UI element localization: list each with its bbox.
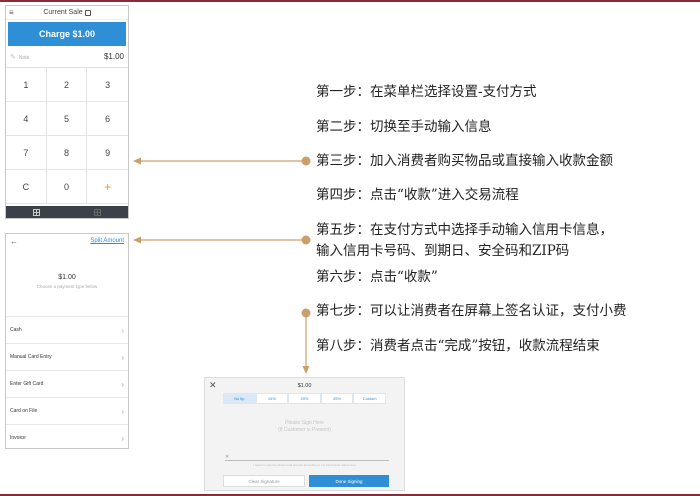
signature-placeholder[interactable]: Please Sign Here (If Customer is Present… xyxy=(205,420,404,434)
signature-buttons: Clear Signature Done Signing xyxy=(223,475,389,487)
tip-25[interactable]: 25% xyxy=(320,393,354,404)
payment-option-cash[interactable]: Cash › xyxy=(6,316,128,343)
list-item-label: Invoice xyxy=(10,435,26,441)
current-sale-screen: ≡ Current Sale Charge $1.00 ✎ Note $1.00 … xyxy=(5,5,129,219)
chevron-right-icon: › xyxy=(121,379,124,389)
current-sale-header: ≡ Current Sale xyxy=(6,6,128,20)
done-signing-button[interactable]: Done Signing xyxy=(309,475,389,487)
key-6[interactable]: 6 xyxy=(87,102,128,136)
keypad-tab-icon[interactable] xyxy=(33,208,40,216)
step-5: 第五步：在支付方式中选择手动输入信用卡信息， xyxy=(316,222,613,238)
key-5[interactable]: 5 xyxy=(46,102,88,136)
split-amount-link[interactable]: Split Amount xyxy=(90,238,124,244)
note-row[interactable]: ✎ Note $1.00 xyxy=(6,46,128,68)
chevron-right-icon: › xyxy=(121,352,124,362)
payment-options: Cash › Manual Card Entry › Enter Gift Card… xyxy=(6,316,128,448)
list-item-label: Card on File xyxy=(10,408,38,414)
list-item-label: Manual Card Entry xyxy=(10,354,52,360)
step-1: 第一步：在菜单栏选择设置-支付方式 xyxy=(316,84,537,100)
key-9[interactable]: 9 xyxy=(87,136,128,170)
list-item-label: Enter Gift Card xyxy=(10,381,44,387)
clock-icon[interactable] xyxy=(84,9,91,16)
keypad: 1 2 3 4 5 6 7 8 9 C 0 + xyxy=(6,68,128,204)
arrow-step5 xyxy=(133,235,311,245)
list-item-label: Cash xyxy=(10,327,22,333)
signature-amount: $1.00 xyxy=(297,382,312,389)
key-add[interactable]: + xyxy=(87,170,128,204)
step-2: 第二步：切换至手动输入信息 xyxy=(316,119,492,135)
clear-signature-button[interactable]: Clear Signature xyxy=(223,475,305,487)
key-7[interactable]: 7 xyxy=(6,136,47,170)
tip-20[interactable]: 20% xyxy=(288,393,321,404)
arrow-step3 xyxy=(133,156,311,166)
top-border xyxy=(0,0,700,2)
payment-option-manual-card[interactable]: Manual Card Entry › xyxy=(6,343,128,370)
tip-custom[interactable]: Custom xyxy=(353,393,386,404)
chevron-right-icon: › xyxy=(121,433,124,443)
payment-option-gift-card[interactable]: Enter Gift Card › xyxy=(6,370,128,397)
close-icon[interactable]: ✕ xyxy=(209,380,217,391)
key-1[interactable]: 1 xyxy=(6,68,47,102)
key-3[interactable]: 3 xyxy=(87,68,128,102)
signature-fine-print: I agree to pay the above total amount ac… xyxy=(253,463,356,467)
bottom-tab-bar xyxy=(6,206,128,218)
menu-icon[interactable]: ≡ xyxy=(9,9,14,17)
signature-line xyxy=(225,460,389,461)
tip-no-tip[interactable]: No tip xyxy=(223,393,256,404)
step-6: 第六步：点击“收款” xyxy=(316,269,438,285)
sign-here-text: Please Sign Here xyxy=(285,420,324,426)
signature-header: ✕ $1.00 xyxy=(205,378,404,393)
key-4[interactable]: 4 xyxy=(6,102,47,136)
sale-amount: $1.00 xyxy=(103,52,124,61)
key-clear[interactable]: C xyxy=(6,170,47,204)
signature-screen: ✕ $1.00 No tip 15% 20% 25% Custom Please… xyxy=(204,377,405,491)
key-2[interactable]: 2 xyxy=(46,68,88,102)
chevron-right-icon: › xyxy=(121,406,124,416)
payment-header: ← Split Amount xyxy=(6,234,128,248)
charge-button[interactable]: Charge $1.00 xyxy=(8,22,126,46)
key-0[interactable]: 0 xyxy=(46,170,88,204)
payment-option-invoice[interactable]: Invoice › xyxy=(6,424,128,448)
step-3: 第三步：加入消费者购买物品或直接输入收款金额 xyxy=(316,153,613,169)
step-4: 第四步：点击“收款”进入交易流程 xyxy=(316,187,519,203)
current-sale-title: Current Sale xyxy=(43,9,83,16)
step-7: 第七步：可以让消费者在屏幕上签名认证，支付小费 xyxy=(316,303,627,319)
tip-options: No tip 15% 20% 25% Custom xyxy=(223,393,386,404)
tip-15[interactable]: 15% xyxy=(255,393,289,404)
key-8[interactable]: 8 xyxy=(46,136,88,170)
note-placeholder: Note xyxy=(18,54,30,61)
payment-option-card-on-file[interactable]: Card on File › xyxy=(6,397,128,424)
step-8: 第八步：消费者点击“完成”按钮，收款流程结束 xyxy=(316,338,600,354)
step-5-continued: 输入信用卡号码、到期日、安全码和ZIP码 xyxy=(316,243,570,259)
arrow-step7 xyxy=(301,308,311,374)
payment-amount: $1.00 xyxy=(58,274,76,281)
pencil-icon: ✎ xyxy=(10,53,16,61)
payment-type-screen: ← Split Amount $1.00 Choose a payment ty… xyxy=(5,233,129,449)
payment-subtitle: Choose a payment type below xyxy=(36,284,98,289)
back-arrow-icon[interactable]: ← xyxy=(10,237,18,246)
chevron-right-icon: › xyxy=(121,325,124,335)
library-tab-icon[interactable] xyxy=(94,208,101,216)
customer-present-text: (If Customer is Present) xyxy=(278,427,331,433)
